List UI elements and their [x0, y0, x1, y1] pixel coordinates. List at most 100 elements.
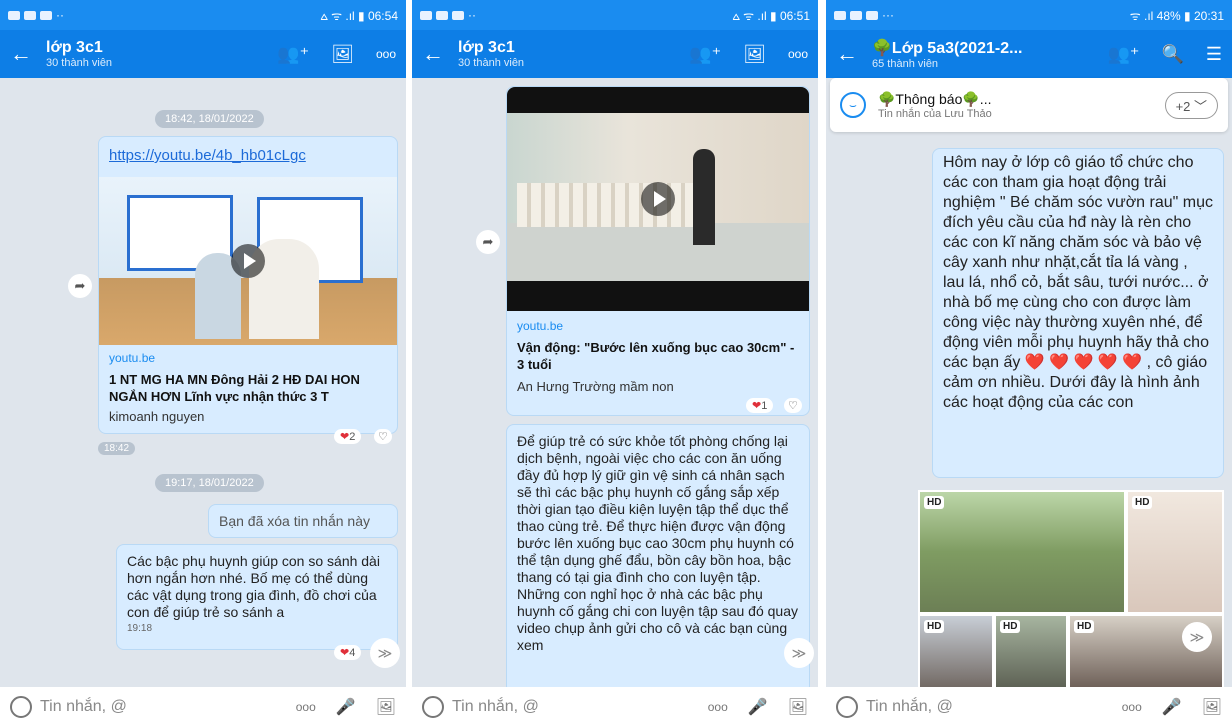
photo-grid[interactable]: HD HD HD HD HD — [918, 490, 1224, 690]
notification-icon — [834, 10, 846, 20]
screenshot-collage: ·· ⩟ ᯤ .ıl ▮ 06:54 ← lớp 3c1 30 thành viê… — [0, 0, 1232, 727]
hd-badge: HD — [924, 620, 945, 633]
photo-tile[interactable]: HD — [1128, 492, 1222, 612]
scroll-down-icon[interactable]: ≫ — [1182, 622, 1212, 652]
zalo-icon — [866, 10, 878, 20]
member-count: 30 thành viên — [46, 57, 113, 69]
add-member-icon[interactable]: 👥⁺ — [689, 44, 721, 65]
status-bar: ·· ⩟ ᯤ .ıl ▮ 06:54 — [0, 0, 406, 30]
message-list[interactable]: ➦ youtu.be Vận động: "Bước lên xuống bục… — [412, 78, 818, 694]
add-member-icon[interactable]: 👥⁺ — [1108, 44, 1140, 65]
notification-icon — [436, 10, 448, 20]
emoji-icon[interactable] — [422, 696, 444, 718]
group-title[interactable]: 🌳Lớp 5a3(2021-2... — [872, 38, 1108, 58]
photo-tile[interactable]: HD — [920, 616, 992, 690]
floor-graphic — [507, 223, 809, 281]
expand-notices-button[interactable]: +2 ﹀ — [1164, 91, 1218, 119]
notification-icon — [24, 10, 36, 20]
forward-icon[interactable]: ➦ — [476, 230, 500, 254]
notice-title: 🌳Thông báo🌳... — [878, 90, 992, 107]
chat-header: ← lớp 3c1 30 thành viên 👥⁺ 🖼 ooo — [0, 30, 406, 78]
group-title[interactable]: lớp 3c1 — [458, 39, 689, 57]
text-message[interactable]: Hôm nay ở lớp cô giáo tổ chức cho các co… — [932, 148, 1224, 478]
emoji-icon[interactable] — [10, 696, 32, 718]
message-input[interactable]: Tin nhắn, @ — [866, 698, 1122, 716]
date-separator: 19:17, 18/01/2022 — [155, 474, 264, 492]
mic-icon[interactable]: 🎤 — [1162, 697, 1182, 717]
person-figure — [693, 149, 715, 245]
text-message[interactable]: Các bậc phụ huynh giúp con so sánh dài h… — [116, 544, 398, 650]
search-icon[interactable]: 🔍 — [1161, 44, 1183, 65]
reaction-count[interactable]: ❤1 — [746, 398, 774, 413]
heart-outline-icon[interactable]: ♡ — [784, 398, 802, 413]
status-right: ⩟ ᯤ .ıl ▮ 06:51 — [732, 8, 810, 23]
heart-outline-icon[interactable]: ♡ — [374, 429, 392, 444]
more-icon[interactable]: ooo — [708, 700, 728, 714]
more-icon[interactable]: ooo — [1122, 700, 1142, 714]
image-icon[interactable]: 🖼 — [1202, 697, 1222, 717]
deleted-message[interactable]: Bạn đã xóa tin nhắn này — [208, 504, 398, 538]
chat-screen-2: ·· ⩟ ᯤ .ıl ▮ 06:51 ← lớp 3c1 30 thành viê… — [412, 0, 818, 727]
forward-icon[interactable]: ➦ — [68, 274, 92, 298]
reaction-count[interactable]: ❤2 — [334, 429, 362, 444]
link-author: An Hưng Trường mầm non — [517, 379, 674, 394]
album-icon[interactable]: 🖼 — [331, 44, 354, 65]
message-input[interactable]: Tin nhắn, @ — [40, 698, 296, 716]
group-title[interactable]: lớp 3c1 — [46, 39, 277, 57]
back-arrow-icon[interactable]: ← — [836, 41, 872, 67]
add-member-icon[interactable]: 👥⁺ — [277, 44, 309, 65]
link-message[interactable]: https://youtu.be/4b_hb01cLgc youtu.be 1 … — [98, 136, 398, 434]
chat-header: ← lớp 3c1 30 thành viên 👥⁺ 🖼 ooo — [412, 30, 818, 78]
link-source: youtu.be — [517, 319, 564, 333]
hd-badge: HD — [1132, 496, 1153, 509]
more-icon[interactable]: ooo — [376, 47, 396, 61]
photo-tile[interactable]: HD — [920, 492, 1124, 612]
message-input-bar: Tin nhắn, @ ooo 🎤 🖼 — [826, 687, 1232, 727]
notification-icon — [8, 10, 20, 20]
message-text: Để giúp trẻ có sức khỏe tốt phòng chống … — [517, 433, 798, 653]
reaction-count[interactable]: ❤4 — [334, 645, 362, 660]
menu-icon[interactable]: ☰ — [1206, 44, 1222, 65]
youtube-link[interactable]: https://youtu.be/4b_hb01cLgc — [109, 147, 306, 164]
pinned-notice[interactable]: ⌣ 🌳Thông báo🌳... Tin nhắn của Lưu Thảo +2… — [830, 78, 1228, 132]
image-icon[interactable]: 🖼 — [788, 697, 808, 717]
zalo-icon — [850, 10, 862, 20]
status-right: ᯤ .ıl 48% ▮ 20:31 — [1129, 8, 1224, 23]
status-bar: ··· ᯤ .ıl 48% ▮ 20:31 — [826, 0, 1232, 30]
chat-bubble-icon: ⌣ — [840, 92, 866, 118]
chat-screen-3: ··· ᯤ .ıl 48% ▮ 20:31 ← 🌳Lớp 5a3(2021-2.… — [826, 0, 1232, 727]
scroll-down-icon[interactable]: ≫ — [784, 638, 814, 668]
zalo-icon — [40, 10, 52, 20]
hd-badge: HD — [924, 496, 945, 509]
mic-icon[interactable]: 🎤 — [336, 697, 356, 717]
message-input-bar: Tin nhắn, @ ooo 🎤 🖼 — [0, 687, 406, 727]
more-icon[interactable]: ooo — [296, 700, 316, 714]
message-input[interactable]: Tin nhắn, @ — [452, 698, 708, 716]
scroll-down-icon[interactable]: ≫ — [370, 638, 400, 668]
more-icon[interactable]: ooo — [788, 47, 808, 61]
play-icon[interactable] — [231, 244, 265, 278]
notice-subtitle: Tin nhắn của Lưu Thảo — [878, 107, 992, 120]
text-message[interactable]: Để giúp trẻ có sức khỏe tốt phòng chống … — [506, 424, 810, 694]
link-author: kimoanh nguyen — [109, 409, 205, 424]
album-icon[interactable]: 🖼 — [743, 44, 766, 65]
status-dots: ·· — [56, 8, 64, 22]
video-thumbnail[interactable] — [99, 177, 397, 345]
image-icon[interactable]: 🖼 — [376, 697, 396, 717]
video-thumbnail[interactable] — [507, 87, 809, 311]
back-arrow-icon[interactable]: ← — [422, 41, 458, 67]
status-dots: ··· — [882, 8, 894, 22]
play-icon[interactable] — [641, 182, 675, 216]
video-message[interactable]: youtu.be Vận động: "Bước lên xuống bục c… — [506, 86, 810, 416]
photo-tile[interactable]: HD — [996, 616, 1066, 690]
link-title: 1 NT MG HA MN Đông Hải 2 HĐ DAI HON NGẮN… — [109, 372, 360, 404]
message-list[interactable]: 18:42, 18/01/2022 https://youtu.be/4b_hb… — [0, 78, 406, 687]
chat-header: ← 🌳Lớp 5a3(2021-2... 65 thành viên 👥⁺ 🔍 ☰ — [826, 30, 1232, 78]
status-bar: ·· ⩟ ᯤ .ıl ▮ 06:51 — [412, 0, 818, 30]
status-dots: ·· — [468, 8, 476, 22]
back-arrow-icon[interactable]: ← — [10, 41, 46, 67]
mic-icon[interactable]: 🎤 — [748, 697, 768, 717]
emoji-icon[interactable] — [836, 696, 858, 718]
message-list[interactable]: Hôm nay ở lớp cô giáo tổ chức cho các co… — [826, 78, 1232, 690]
member-count: 65 thành viên — [872, 58, 939, 70]
